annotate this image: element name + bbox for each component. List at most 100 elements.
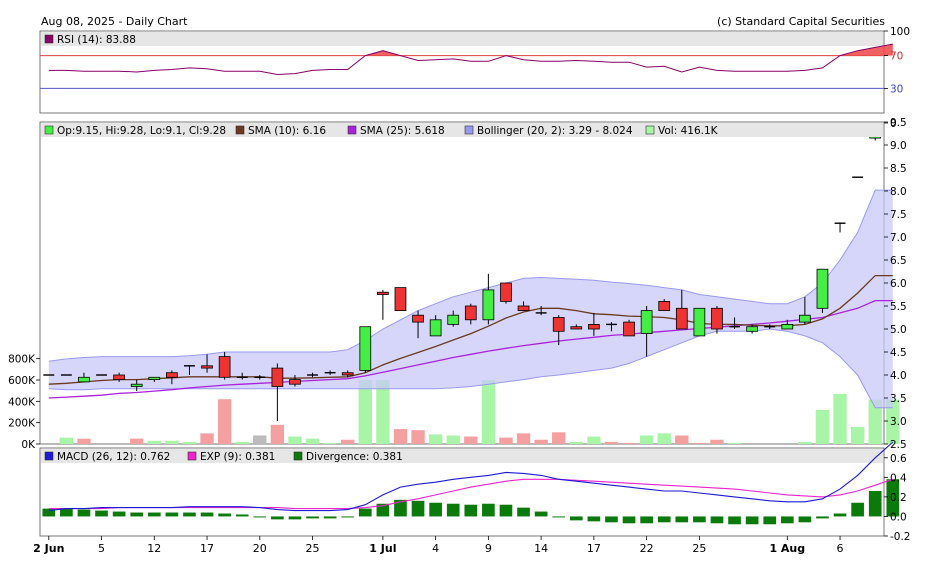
sma10-legend-swatch — [235, 125, 245, 135]
macd-legend: MACD (26, 12): 0.762 — [57, 451, 170, 463]
divergence-bar — [95, 510, 108, 517]
divergence-bar — [464, 504, 478, 517]
macd-tick: 0.2 — [890, 492, 907, 504]
volume-bar — [639, 435, 654, 444]
divergence-bar — [271, 516, 284, 520]
candle-body — [482, 289, 495, 321]
divergence-bar — [165, 512, 179, 517]
candle-body — [359, 326, 372, 371]
rsi-tick-30: 30 — [890, 83, 903, 95]
volume-bar — [552, 432, 566, 444]
divergence-bar — [728, 516, 741, 525]
divergence-bar — [130, 512, 144, 517]
volume-bar — [850, 426, 865, 444]
volume-bar — [464, 436, 478, 444]
divergence-bar — [77, 509, 91, 517]
divergence-bar — [780, 516, 794, 524]
sma25-legend: SMA (25): 5.618 — [360, 125, 445, 137]
volume-bar — [305, 438, 320, 444]
x-tick-label: 2 Jun — [33, 542, 64, 555]
volume-bar — [59, 437, 74, 444]
divergence-bar — [605, 516, 618, 523]
divergence-bar — [358, 508, 372, 517]
volume-bar — [622, 442, 636, 444]
candle-body — [429, 319, 442, 337]
macd-legend-swatch — [44, 451, 54, 461]
candle-body — [341, 372, 354, 376]
volume-tick: 0K — [21, 439, 36, 451]
bollinger-legend: Bollinger (20, 2): 3.29 - 8.024 — [477, 125, 633, 137]
volume-bar — [516, 433, 531, 444]
price-tick: 5.5 — [890, 301, 907, 313]
rsi-tick-70: 70 — [890, 51, 903, 63]
candle-body — [746, 326, 758, 332]
volume-bar — [604, 441, 619, 444]
candle-body — [289, 379, 301, 385]
volume-bar — [358, 380, 372, 444]
ohlc-legend-swatch — [44, 125, 54, 135]
price-tick: 7.5 — [890, 209, 907, 221]
price-tick: 5.0 — [890, 324, 907, 336]
divergence-bar — [200, 512, 214, 517]
x-tick-label: 1 Aug — [769, 542, 805, 555]
volume-bar — [569, 441, 583, 444]
divergence-bar — [112, 511, 126, 517]
x-tick-label: 20 — [253, 542, 267, 555]
candle-body — [675, 307, 688, 330]
volume-bar — [77, 438, 91, 444]
divergence-bar — [763, 516, 777, 525]
candle-body — [623, 321, 635, 337]
volume-bar — [393, 429, 408, 444]
candle-body — [816, 268, 829, 309]
volume-legend-swatch — [645, 125, 655, 135]
price-tick: 8.0 — [890, 186, 907, 198]
rsi-legend-swatch — [44, 34, 54, 44]
candle-body — [130, 383, 143, 387]
volume-bar — [411, 430, 425, 444]
price-tick: 9.0 — [890, 140, 907, 152]
volume-bar — [200, 433, 214, 444]
volume-bar — [587, 436, 601, 444]
price-tick: 6.0 — [890, 278, 907, 290]
divergence-bar — [868, 491, 882, 517]
volume-bar — [833, 393, 847, 444]
divergence-bar — [710, 516, 724, 524]
divergence-bar — [745, 516, 759, 525]
x-tick-label: 9 — [485, 542, 492, 555]
divergence-bar — [253, 516, 267, 518]
exp-legend: EXP (9): 0.381 — [200, 451, 275, 463]
volume-bar — [499, 437, 513, 444]
candle-body — [166, 372, 178, 378]
sma25-legend-swatch — [347, 125, 357, 135]
rsi-legend-bar — [41, 32, 883, 46]
volume-bar — [710, 439, 724, 444]
volume-bar — [798, 441, 812, 444]
x-tick-label: 12 — [147, 542, 161, 555]
rsi-tick-100: 100 — [890, 26, 910, 38]
candle-body — [394, 287, 407, 312]
candle-body — [693, 307, 706, 337]
candle-body — [588, 323, 600, 330]
volume-tick: 600K — [8, 375, 36, 387]
price-panel-frame — [39, 121, 885, 445]
divergence-bar — [147, 512, 161, 517]
volume-bar — [727, 442, 742, 444]
x-tick-label: 6 — [837, 542, 844, 555]
divergence-bar — [816, 516, 829, 519]
volume-tick: 200K — [8, 418, 36, 430]
price-tick: 7.0 — [890, 232, 907, 244]
macd-tick: 0.4 — [890, 472, 907, 484]
divergence-bar — [798, 516, 812, 523]
chart-canvas: RSI (14): 83.8810070300Op:9.15, Hi:9.28,… — [8, 26, 911, 555]
volume-bar — [341, 439, 355, 444]
rsi-legend: RSI (14): 83.88 — [57, 34, 136, 46]
macd-tick: -0.2 — [890, 531, 911, 543]
x-tick-label: 25 — [692, 542, 706, 555]
candle-body — [570, 326, 583, 330]
x-tick-label: 5 — [98, 542, 105, 555]
volume-bar — [288, 436, 302, 444]
divergence-bar — [235, 514, 249, 517]
divergence-legend-swatch — [293, 451, 303, 461]
divergence-bar — [60, 508, 73, 517]
divergence-bar — [552, 516, 566, 518]
